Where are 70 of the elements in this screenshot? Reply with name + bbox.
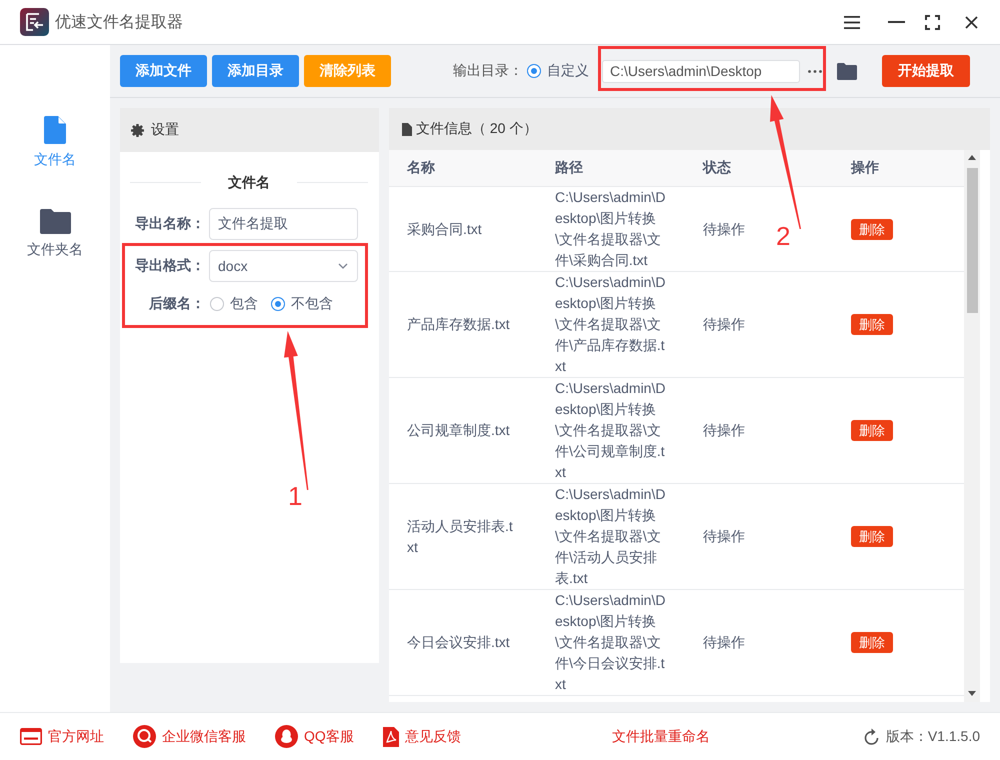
file-path-cell-text: C:\Users\admin\Desktop\图片转换\文件名提取器\文件\今日会议安排.txt <box>554 591 666 694</box>
field-label: 后缀名： <box>148 295 205 313</box>
file-name-cell-text: 产品库存数据.txt <box>406 315 511 334</box>
file-name-cell-text: 采购合同.txt <box>406 220 483 238</box>
chevron-down-icon <box>338 263 348 269</box>
field-label: 导出格式： <box>134 257 205 275</box>
penguin-icon <box>275 725 298 748</box>
footer-link[interactable]: QQ客服 <box>275 725 354 748</box>
file-name-cell-text: 公司规章制度.txt <box>406 421 511 440</box>
radio-option[interactable]: 包含 <box>210 295 258 313</box>
file-icon <box>44 116 66 144</box>
panel-title: 设置 <box>151 121 179 139</box>
column-header: 状态 <box>702 159 732 177</box>
close-icon[interactable] <box>965 16 978 28</box>
annotation-number: 2 <box>776 223 790 249</box>
format-select[interactable]: docx <box>209 250 358 282</box>
maximize-icon[interactable] <box>925 14 940 30</box>
file-path-cell-text: C:\Users\admin\Desktop\图片转换\文件名提取器\文件\产品库存数据.txt <box>554 273 666 376</box>
version-text: 版本：V1.1.5.0 <box>886 728 980 746</box>
rename-link[interactable]: 文件批量重命名 <box>612 728 710 746</box>
section-title: 文件名 <box>228 174 270 190</box>
sidebar-item[interactable]: 文件名 <box>34 116 76 167</box>
column-header: 路径 <box>554 159 584 177</box>
delete-button[interactable]: 删除 <box>851 420 893 441</box>
footer-link[interactable]: 官方网址 <box>20 728 104 746</box>
delete-button[interactable]: 删除 <box>851 218 893 240</box>
radio-option[interactable]: 不包含 <box>271 295 333 313</box>
column-header: 名称 <box>406 159 436 177</box>
delete-button[interactable]: 删除 <box>851 526 893 547</box>
app-logo-icon <box>20 8 49 36</box>
document-icon <box>402 122 412 136</box>
file-path-cell-text: C:\Users\admin\Desktop\图片转换\文件名提取器\文件\公司规章制度.txt <box>554 379 666 482</box>
footer-link[interactable]: 企业微信客服 <box>133 725 246 748</box>
delete-button[interactable]: 删除 <box>851 632 893 653</box>
window-title: 优速文件名提取器 <box>55 12 183 32</box>
more-icon[interactable] <box>808 70 822 72</box>
file-name-cell-text: 今日会议安排.txt <box>406 633 511 652</box>
folder-icon[interactable] <box>837 62 857 80</box>
file-path-cell-text: C:\Users\admin\Desktop\图片转换\文件名提取器\文件\活动人员安排表.txt <box>554 485 666 588</box>
output-dir-label: 输出目录： <box>453 62 523 80</box>
scroll-down-icon[interactable] <box>968 691 976 696</box>
scrollbar-thumb[interactable] <box>966 168 978 313</box>
panel-title: 文件信息（ 20 个） <box>416 120 538 138</box>
add-folder-button[interactable]: 添加目录 <box>212 55 299 87</box>
file-path-cell-text: C:\Users\admin\Desktop\图片转换\文件名提取器\文件\采购合同.txt <box>554 188 666 270</box>
annotation-number: 1 <box>288 483 302 509</box>
menu-icon[interactable] <box>844 16 860 28</box>
settings-icon <box>131 124 144 136</box>
folder-icon <box>40 209 70 234</box>
scroll-up-icon[interactable] <box>968 155 976 160</box>
delete-button[interactable]: 删除 <box>851 314 893 335</box>
file-name-cell-text: 活动人员安排表.txt <box>406 516 514 556</box>
sidebar-item[interactable]: 文件夹名 <box>27 209 83 257</box>
field-label: 导出名称： <box>134 215 205 233</box>
browser-icon <box>20 728 42 745</box>
status-text: 待操作 <box>703 633 745 652</box>
add-file-button[interactable]: 添加文件 <box>120 55 207 87</box>
document-icon <box>382 726 399 746</box>
status-text: 待操作 <box>703 421 745 440</box>
column-header: 操作 <box>850 159 880 177</box>
output-path-field[interactable]: C:\Users\admin\Desktop <box>602 60 800 82</box>
chat-bubble-icon <box>133 725 156 748</box>
footer-link[interactable]: 意见反馈 <box>382 726 461 746</box>
refresh-icon[interactable] <box>864 728 880 745</box>
status-text: 待操作 <box>703 527 745 546</box>
name-input[interactable]: 文件名提取 <box>209 208 358 240</box>
start-button[interactable]: 开始提取 <box>882 55 970 87</box>
status-text: 待操作 <box>703 220 745 238</box>
status-text: 待操作 <box>703 315 745 334</box>
custom-radio[interactable]: 自定义 <box>527 62 589 80</box>
